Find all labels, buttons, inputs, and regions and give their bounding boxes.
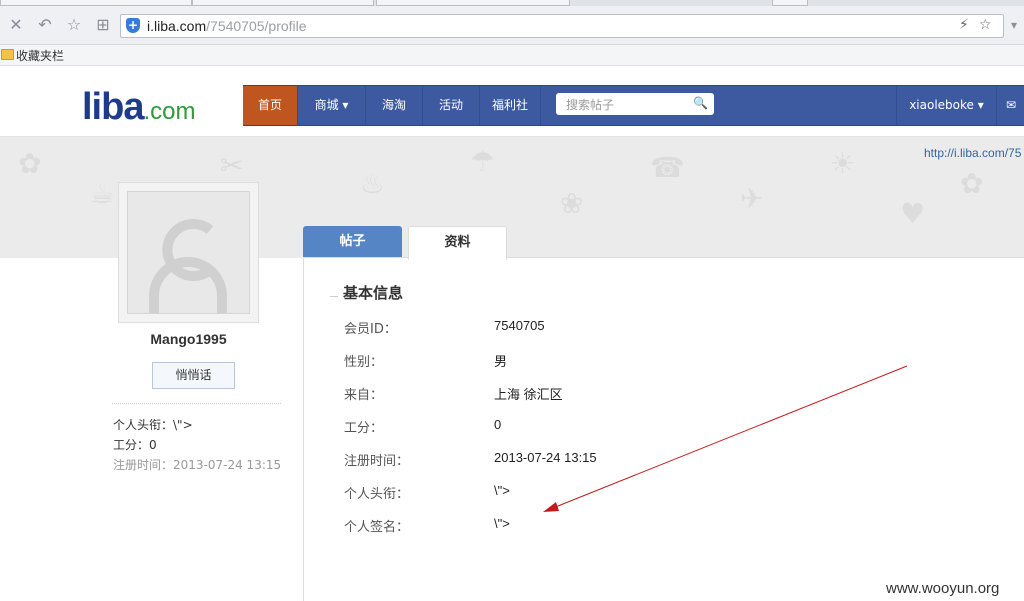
watermark: www.wooyun.org [886,580,1000,597]
annotation-arrow [543,365,908,512]
